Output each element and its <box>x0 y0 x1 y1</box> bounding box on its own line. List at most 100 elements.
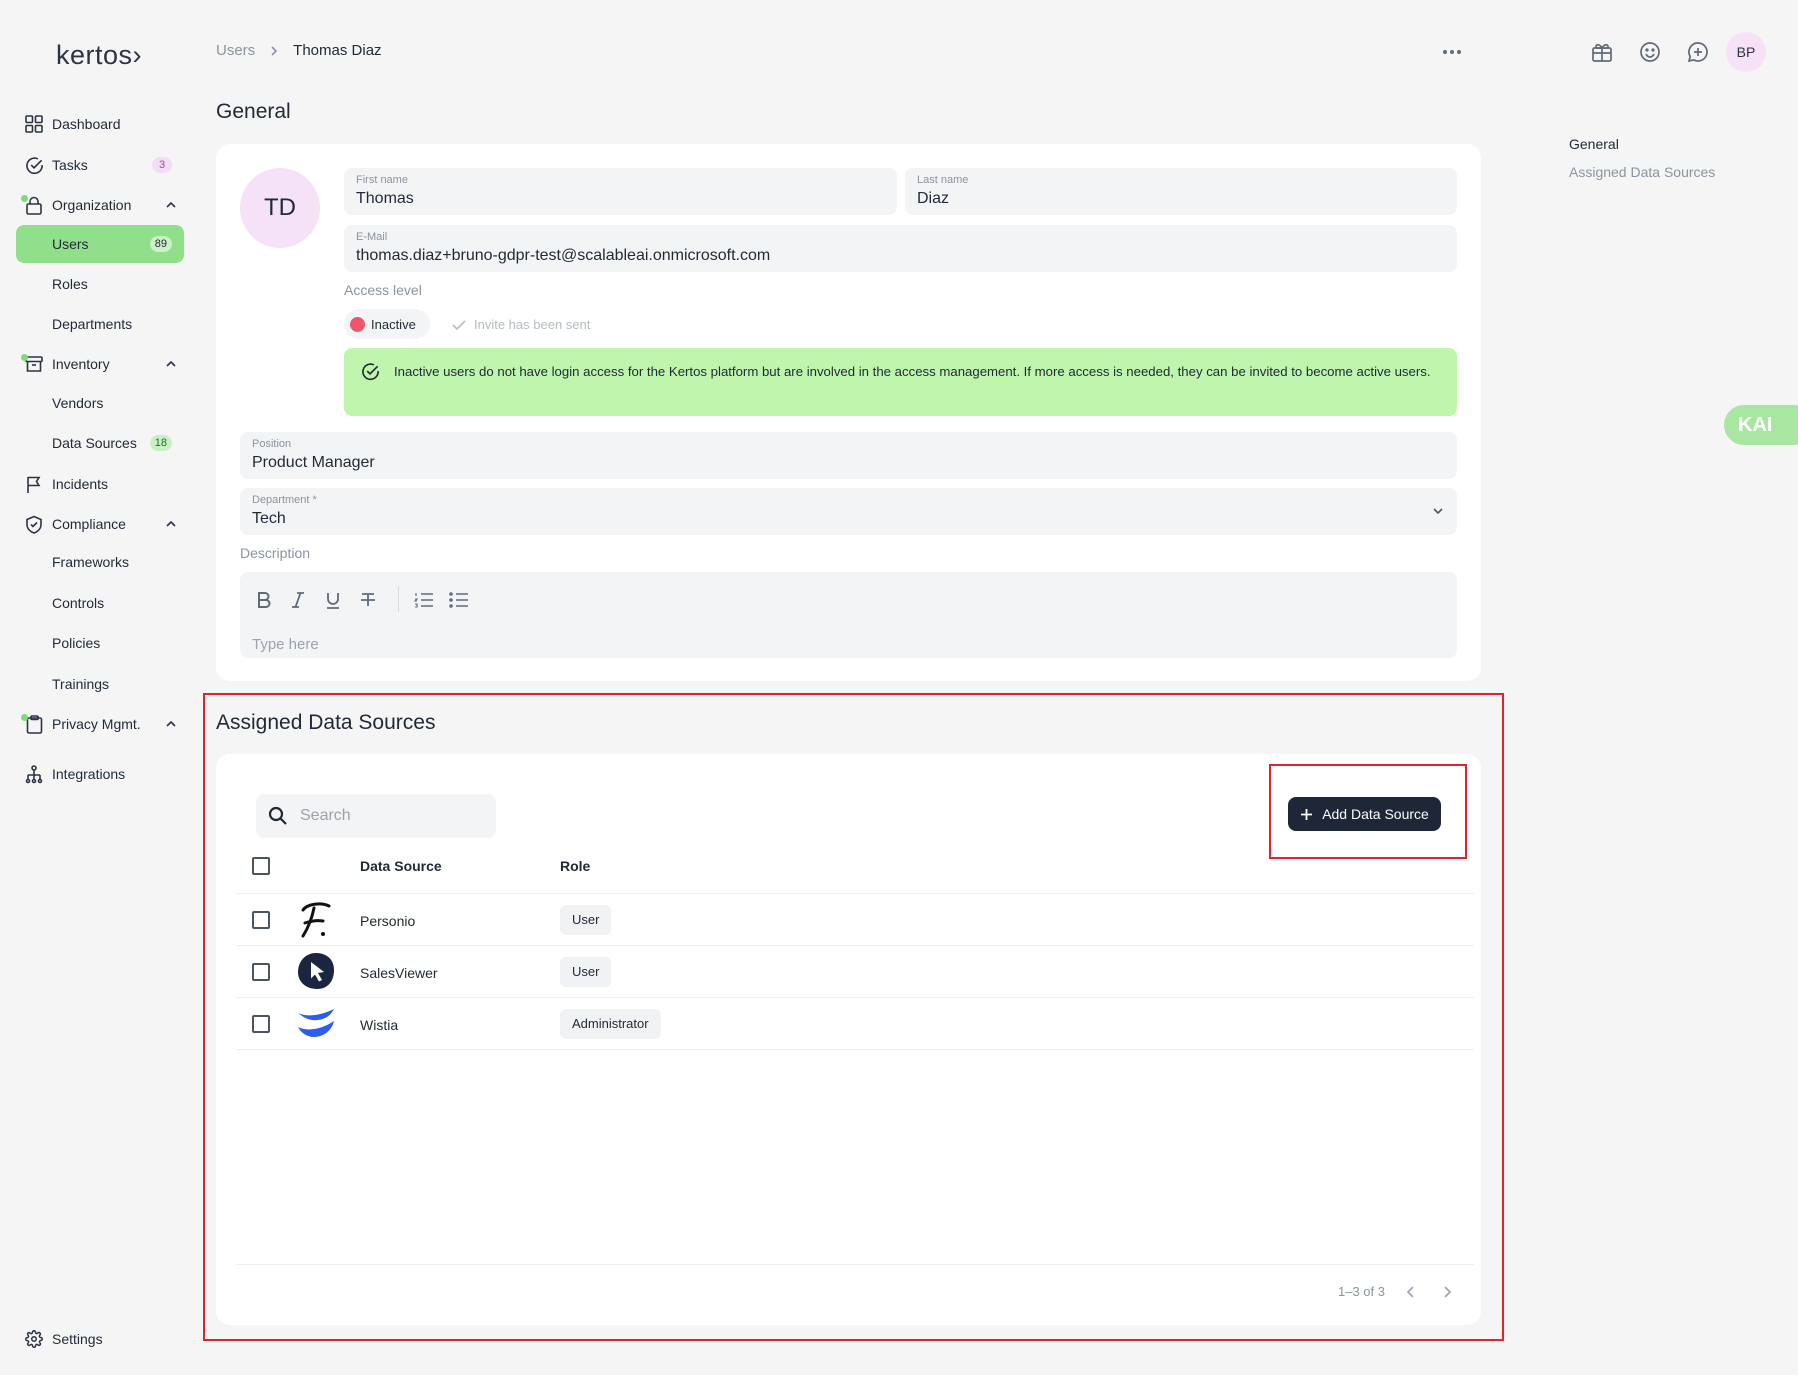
invite-text: Invite has been sent <box>474 317 591 332</box>
last-name-field[interactable]: Last name Diaz <box>905 168 1457 215</box>
sidebar-item-tasks[interactable]: Tasks 3 <box>16 146 184 184</box>
sidebar-item-policies[interactable]: Policies <box>16 624 184 662</box>
department-select[interactable]: Department * Tech <box>240 488 1457 535</box>
sidebar-item-compliance[interactable]: Compliance <box>16 505 184 543</box>
description-label: Description <box>240 545 311 561</box>
feedback-button[interactable] <box>1634 36 1666 68</box>
toc-general-link[interactable]: General <box>1569 136 1715 152</box>
sidebar-item-label: Dashboard <box>52 116 121 132</box>
sidebar-item-label: Roles <box>52 276 88 292</box>
position-field[interactable]: Position Product Manager <box>240 432 1457 479</box>
first-name-label: First name <box>356 174 408 186</box>
sidebar-item-users[interactable]: Users 89 <box>16 225 184 263</box>
sidebar-item-label: Compliance <box>52 516 126 532</box>
sidebar-item-label: Vendors <box>52 395 104 411</box>
email-value: thomas.diaz+bruno-gdpr-test@scalableai.o… <box>356 247 771 264</box>
strikethrough-button[interactable] <box>354 588 382 612</box>
shield-check-icon <box>16 505 52 543</box>
first-name-value: Thomas <box>356 190 414 207</box>
sidebar-item-dashboard[interactable]: Dashboard <box>16 105 184 143</box>
gift-button[interactable] <box>1586 36 1618 68</box>
invite-status: Invite has been sent <box>452 317 590 332</box>
chevron-up-icon[interactable] <box>164 357 178 371</box>
underline-button[interactable] <box>319 588 347 612</box>
strikethrough-icon <box>360 592 376 608</box>
sidebar-item-vendors[interactable]: Vendors <box>16 384 184 422</box>
toc-assigned-link[interactable]: Assigned Data Sources <box>1569 164 1715 180</box>
sidebar-item-inventory[interactable]: Inventory <box>16 345 184 383</box>
kai-assistant-button[interactable]: KAI <box>1724 405 1798 445</box>
sidebar-item-label: Privacy Mgmt. <box>52 716 141 732</box>
sidebar-item-label: Organization <box>52 197 132 213</box>
bullet-list-icon <box>449 592 469 608</box>
clipboard-icon <box>16 705 52 743</box>
sidebar-item-label: Users <box>52 236 89 252</box>
sidebar: kertos› Dashboard Tasks 3 Organization U… <box>0 0 200 1375</box>
access-status-chip[interactable]: Inactive <box>344 309 430 339</box>
notification-dot <box>21 354 28 361</box>
breadcrumb: Users Thomas Diaz <box>216 42 382 59</box>
sidebar-item-label: Settings <box>52 1331 103 1347</box>
italic-button[interactable] <box>284 588 312 612</box>
sidebar-item-privacy[interactable]: Privacy Mgmt. <box>16 705 184 743</box>
user-avatar-large: TD <box>240 168 320 248</box>
archive-icon <box>16 345 52 383</box>
sidebar-item-label: Frameworks <box>52 554 130 570</box>
user-avatar[interactable]: BP <box>1726 32 1766 72</box>
first-name-field[interactable]: First name Thomas <box>344 168 897 215</box>
department-value: Tech <box>252 510 286 527</box>
notification-dot <box>21 195 28 202</box>
sidebar-item-frameworks[interactable]: Frameworks <box>16 543 184 581</box>
last-name-label: Last name <box>917 174 969 186</box>
sidebar-item-label: Integrations <box>52 766 126 782</box>
gear-icon <box>16 1320 52 1358</box>
email-field[interactable]: E-Mail thomas.diaz+bruno-gdpr-test@scala… <box>344 225 1457 272</box>
chevron-up-icon[interactable] <box>164 198 178 212</box>
status-dot <box>350 316 365 332</box>
ellipsis-icon <box>1443 50 1461 54</box>
more-options-button[interactable] <box>1438 40 1466 64</box>
chevron-up-icon[interactable] <box>164 717 178 731</box>
sidebar-item-label: Trainings <box>52 676 110 692</box>
gift-icon <box>1591 41 1613 63</box>
chat-plus-icon <box>1687 41 1709 63</box>
highlight-box-button <box>1269 764 1467 859</box>
chevron-up-icon[interactable] <box>164 517 178 531</box>
sidebar-item-incidents[interactable]: Incidents <box>16 465 184 503</box>
kertos-logo[interactable]: kertos› <box>56 40 142 71</box>
description-input[interactable]: Type here <box>252 636 319 653</box>
sidebar-item-label: Inventory <box>52 356 110 372</box>
dashboard-icon <box>16 105 52 143</box>
bold-button[interactable] <box>250 588 278 612</box>
sidebar-item-controls[interactable]: Controls <box>16 584 184 622</box>
sidebar-item-label: Tasks <box>52 157 88 173</box>
general-section-title: General <box>216 100 291 123</box>
bullet-list-button[interactable] <box>445 588 473 612</box>
flag-icon <box>16 465 52 503</box>
new-chat-button[interactable] <box>1682 36 1714 68</box>
sidebar-item-integrations[interactable]: Integrations <box>16 755 184 793</box>
italic-icon <box>291 592 305 608</box>
breadcrumb-users-link[interactable]: Users <box>216 42 255 59</box>
sidebar-item-roles[interactable]: Roles <box>16 265 184 303</box>
sidebar-item-label: Controls <box>52 595 105 611</box>
sidebar-item-label: Data Sources <box>52 435 137 451</box>
sidebar-item-settings[interactable]: Settings <box>16 1320 184 1358</box>
sidebar-item-organization[interactable]: Organization <box>16 186 184 224</box>
general-card: TD First name Thomas Last name Diaz E-Ma… <box>216 144 1481 681</box>
ordered-list-button[interactable] <box>410 588 438 612</box>
sidebar-item-data-sources[interactable]: Data Sources 18 <box>16 424 184 462</box>
smiley-icon <box>1639 41 1661 63</box>
email-label: E-Mail <box>356 231 388 243</box>
notification-dot <box>21 714 28 721</box>
check-circle-icon <box>361 362 380 381</box>
integrations-icon <box>16 755 52 793</box>
check-circle-icon <box>16 146 52 184</box>
sidebar-item-label: Departments <box>52 316 133 332</box>
ordered-list-icon <box>414 592 434 608</box>
lock-icon <box>16 186 52 224</box>
description-editor: Type here <box>240 572 1457 658</box>
sidebar-item-trainings[interactable]: Trainings <box>16 665 184 703</box>
sidebar-item-departments[interactable]: Departments <box>16 305 184 343</box>
status-label: Inactive <box>371 316 416 332</box>
